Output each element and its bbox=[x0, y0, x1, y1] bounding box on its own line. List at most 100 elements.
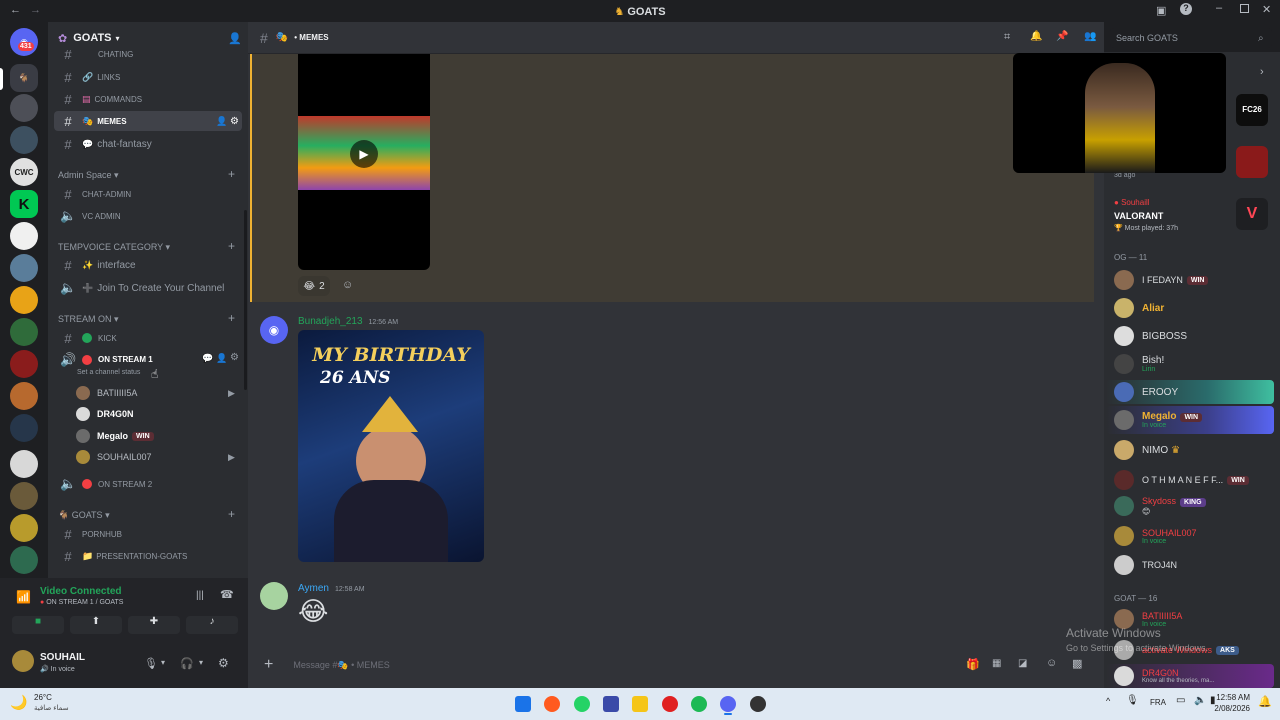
add-member-icon[interactable]: 👤 bbox=[228, 32, 242, 45]
settings-gear-icon[interactable]: ⚙ bbox=[230, 116, 239, 127]
attach-plus-icon[interactable]: + bbox=[264, 656, 273, 674]
invite-icon[interactable]: 👤 bbox=[216, 353, 227, 364]
member[interactable]: I FEDAYN WIN bbox=[1114, 270, 1209, 290]
video-attachment[interactable]: ▶ bbox=[298, 54, 430, 270]
add-reaction-icon[interactable]: ☺ bbox=[342, 279, 353, 291]
channel-chat-fantasy[interactable]: # 💬 chat-fantasy bbox=[54, 134, 242, 154]
back-arrow-icon[interactable]: ← bbox=[10, 4, 21, 16]
server-8[interactable] bbox=[10, 286, 38, 314]
message-composer[interactable]: + Message #🎭 • MEMES 🎁 ▦ ◪ ☺ ▩ bbox=[260, 652, 1092, 678]
channel-chating[interactable]: # CHATING bbox=[54, 44, 242, 64]
noise-suppression-icon[interactable]: ||| bbox=[196, 590, 204, 601]
help-icon[interactable]: ? bbox=[1180, 3, 1192, 15]
microphone-tray-icon[interactable]: 🎙 bbox=[1126, 695, 1139, 706]
microphone-icon[interactable]: 🎙 bbox=[144, 657, 158, 670]
channel-commands[interactable]: # ▤ COMMANDS bbox=[54, 89, 242, 109]
channel-status-hint[interactable]: Set a channel status bbox=[77, 369, 140, 376]
member[interactable]: EROOY bbox=[1114, 382, 1178, 402]
voice-user[interactable]: SOUHAIL007 ▶ bbox=[76, 450, 235, 464]
file-explorer-icon[interactable] bbox=[632, 696, 648, 712]
emoji-icon[interactable]: ☺ bbox=[1046, 657, 1057, 669]
gif-icon[interactable]: ▦ bbox=[992, 658, 1001, 669]
server-11[interactable] bbox=[10, 382, 38, 410]
weather-moon-icon[interactable]: 🌙 bbox=[10, 694, 27, 711]
author-name[interactable]: Bunadjeh_213 bbox=[298, 316, 363, 327]
channel-presentation-goats[interactable]: # 📁 PRESENTATION-GOATS bbox=[54, 546, 242, 566]
channel-chat-admin[interactable]: # CHAT-ADMIN bbox=[54, 184, 242, 204]
server-16[interactable] bbox=[10, 546, 38, 574]
server-12[interactable] bbox=[10, 414, 38, 442]
user-settings-gear-icon[interactable]: ⚙ bbox=[218, 656, 229, 670]
gift-icon[interactable]: 🎁 bbox=[966, 658, 980, 671]
search-input[interactable]: Search GOATS ⌕ bbox=[1110, 28, 1272, 48]
maximize-icon[interactable] bbox=[1240, 4, 1249, 13]
chevron-right-icon[interactable]: › bbox=[1260, 66, 1264, 78]
invite-icon[interactable]: 👤 bbox=[216, 116, 227, 127]
soundboard-button[interactable]: ♪ bbox=[186, 616, 238, 634]
server-14[interactable] bbox=[10, 482, 38, 510]
disconnect-icon[interactable]: ☎ bbox=[220, 588, 234, 601]
member[interactable]: Aliar bbox=[1114, 298, 1164, 318]
sticker-icon[interactable]: ◪ bbox=[1018, 658, 1027, 669]
channel-join-to-create[interactable]: 🔈 ➕ Join To Create Your Channel bbox=[54, 278, 242, 298]
discord-icon[interactable] bbox=[720, 696, 736, 712]
headphones-icon[interactable]: 🎧 bbox=[180, 657, 194, 670]
minimize-icon[interactable]: – bbox=[1216, 2, 1222, 14]
server-13[interactable] bbox=[10, 450, 38, 478]
category-stream-on[interactable]: STREAM ON ▾ bbox=[58, 314, 119, 325]
notification-bell-icon[interactable]: 🔔 bbox=[1258, 695, 1272, 708]
channel-on-stream-2[interactable]: 🔈 ON STREAM 2 bbox=[54, 474, 242, 494]
member[interactable]: Skydoss KING 😊 bbox=[1114, 496, 1206, 516]
member[interactable]: O T H M A N E F F... WIN bbox=[1114, 470, 1249, 490]
member[interactable]: TROJ4N bbox=[1114, 555, 1177, 575]
chevron-down-icon[interactable]: ▾ bbox=[161, 658, 165, 667]
add-channel-icon[interactable]: + bbox=[228, 239, 235, 253]
obs-icon[interactable] bbox=[750, 696, 766, 712]
scrollbar[interactable] bbox=[244, 210, 247, 390]
channel-on-stream-1[interactable]: 🔊 ON STREAM 1 💬 👤 ⚙ Set a channel status bbox=[54, 350, 242, 382]
clock-date[interactable]: 2/08/2026 bbox=[1204, 704, 1250, 713]
channel-vc-admin[interactable]: 🔈 VC ADMIN bbox=[54, 206, 242, 226]
play-icon[interactable]: ▶ bbox=[350, 140, 378, 168]
server-7[interactable] bbox=[10, 254, 38, 282]
reaction-laugh[interactable]: 😂 2 bbox=[298, 276, 330, 296]
chat-icon[interactable]: 💬 bbox=[202, 353, 213, 364]
threads-icon[interactable]: ⌗ bbox=[1004, 31, 1010, 44]
inbox-icon[interactable]: ▣ bbox=[1156, 4, 1166, 17]
server-15[interactable] bbox=[10, 514, 38, 542]
category-goats[interactable]: 🐐 GOATS ▾ bbox=[58, 510, 110, 521]
add-channel-icon[interactable]: + bbox=[228, 311, 235, 325]
add-channel-icon[interactable]: + bbox=[228, 507, 235, 521]
pen-app-icon[interactable] bbox=[603, 696, 619, 712]
members-icon[interactable]: 👥 bbox=[1084, 31, 1096, 42]
settings-gear-icon[interactable]: ⚙ bbox=[230, 352, 239, 363]
server-6[interactable] bbox=[10, 222, 38, 250]
server-kick[interactable]: K bbox=[10, 190, 38, 218]
voice-channel-link[interactable]: ● ON STREAM 1 / GOATS bbox=[40, 599, 123, 606]
video-popout[interactable] bbox=[1013, 53, 1226, 173]
media-app-icon[interactable] bbox=[662, 696, 678, 712]
activity-button[interactable]: ✚ bbox=[128, 616, 180, 634]
camera-button[interactable]: ■ bbox=[12, 616, 64, 634]
apps-icon[interactable]: ▩ bbox=[1072, 657, 1082, 670]
server-2[interactable] bbox=[10, 94, 38, 122]
voice-user[interactable]: DR4G0N bbox=[76, 407, 134, 421]
server-3[interactable] bbox=[10, 126, 38, 154]
chevron-up-icon[interactable]: ^ bbox=[1106, 696, 1110, 706]
channel-pornhub[interactable]: # PORNHUB bbox=[54, 524, 242, 544]
brave-browser-icon[interactable] bbox=[544, 696, 560, 712]
server-cwc[interactable]: CWC bbox=[10, 158, 38, 186]
server-10[interactable] bbox=[10, 350, 38, 378]
server-goats[interactable]: 🐐 bbox=[10, 64, 38, 92]
spotify-icon[interactable] bbox=[691, 696, 707, 712]
close-icon[interactable]: ✕ bbox=[1262, 3, 1271, 16]
chevron-down-icon[interactable]: ▾ bbox=[199, 658, 203, 667]
birthday-image[interactable]: MY BIRTHDAY 26 ANS bbox=[298, 330, 484, 562]
member[interactable]: Megalo WIN In voice bbox=[1114, 410, 1203, 430]
voice-user[interactable]: Megalo WIN bbox=[76, 429, 154, 443]
avatar[interactable] bbox=[12, 650, 34, 672]
forward-arrow-icon[interactable]: → bbox=[30, 4, 41, 16]
channel-kick[interactable]: # KICK bbox=[54, 328, 242, 348]
screenshare-button[interactable]: ⬆ bbox=[70, 616, 122, 634]
channel-interface[interactable]: # ✨ interface bbox=[54, 255, 242, 275]
